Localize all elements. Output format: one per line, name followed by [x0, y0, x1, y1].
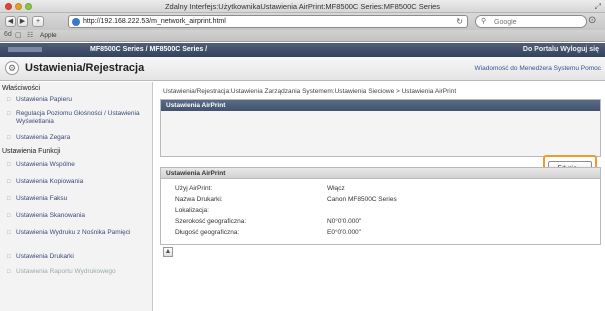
setting-value-longitude: E0°0'0.000"	[327, 229, 361, 236]
settings-gear-icon: ⚙	[5, 61, 19, 75]
sidebar-item-label: Ustawienia Drukarki	[16, 253, 74, 260]
device-name: MF8500C Series / MF8500C Series /	[90, 46, 208, 53]
sidebar-item-memory-print[interactable]: □ Ustawienia Wydruku z Nośnika Pamięci	[7, 229, 147, 237]
search-bar[interactable]: ⚲	[475, 15, 587, 28]
bullet-icon: □	[7, 97, 11, 103]
panel-title: Ustawienia AirPrint	[161, 168, 600, 179]
sidebar-item-printer[interactable]: □ Ustawienia Drukarki	[7, 253, 147, 261]
breadcrumb: Ustawienia/Rejestracja:Ustawienia Zarząd…	[163, 88, 457, 95]
scroll-to-top-button[interactable]: ▲	[163, 247, 173, 257]
sidebar: Właściwości □ Ustawienia Papieru □ Regulac…	[0, 82, 153, 311]
top-sites-icon[interactable]: ▢	[15, 31, 22, 39]
sidebar-item-label: Ustawienia Kopiowania	[16, 178, 84, 185]
reading-list-icon[interactable]: 6d	[4, 31, 12, 38]
reload-icon[interactable]: ↻	[456, 17, 463, 26]
bookmarks-icon[interactable]: ☷	[27, 31, 33, 39]
page-header: ⚙ Ustawienia/Rejestracja Wiadomość do Me…	[0, 57, 605, 81]
bullet-icon: □	[7, 111, 11, 117]
setting-label-longitude: Długość geograficzna:	[175, 229, 240, 236]
sidebar-item-fax[interactable]: □ Ustawienia Faksu	[7, 195, 147, 203]
sidebar-item-label: Ustawienia Faksu	[16, 195, 68, 202]
window-titlebar: Zdalny Interfejs:UżytkownikaUstawienia A…	[0, 0, 605, 13]
back-button[interactable]: ◀	[5, 16, 16, 27]
setting-value-use-airprint: Włącz	[327, 185, 345, 192]
setting-label-printer-name: Nazwa Drukarki:	[175, 196, 223, 203]
bullet-icon: □	[7, 196, 11, 202]
bullet-icon: □	[7, 162, 11, 168]
url-text[interactable]: http://192.168.222.53/m_network_airprint…	[83, 18, 226, 25]
setting-label-use-airprint: Użyj AirPrint:	[175, 185, 213, 192]
address-bar[interactable]: http://192.168.222.53/m_network_airprint…	[68, 15, 468, 28]
add-bookmark-button[interactable]: +	[32, 16, 44, 27]
page-menu-icon[interactable]: ⊙	[588, 15, 600, 28]
bullet-icon: □	[7, 269, 11, 275]
search-icon: ⚲	[481, 18, 487, 25]
forward-button[interactable]: ▶	[17, 16, 28, 27]
setting-label-location: Lokalizacja:	[175, 207, 209, 214]
sidebar-item-common[interactable]: □ Ustawienia Wspólne	[7, 161, 147, 169]
bookmarks-bar: 6d ▢ ☷ Apple	[0, 30, 605, 42]
setting-value-latitude: N0°0'0.000"	[327, 218, 362, 225]
sidebar-item-label: Ustawienia Papieru	[16, 96, 73, 103]
panel-title: Ustawienia AirPrint	[161, 100, 600, 111]
browser-toolbar: ◀ ▶ + http://192.168.222.53/m_network_ai…	[0, 13, 605, 30]
bullet-icon: □	[7, 179, 11, 185]
bullet-icon: □	[7, 213, 11, 219]
fullscreen-icon[interactable]: ⤢	[595, 2, 601, 12]
device-header: MF8500C Series / MF8500C Series / Do Por…	[0, 43, 605, 57]
airprint-edit-panel: Ustawienia AirPrint	[160, 99, 601, 157]
setting-value-printer-name: Canon MF8500C Series	[327, 196, 397, 203]
site-favicon-icon	[72, 18, 80, 26]
bullet-icon: □	[7, 230, 11, 236]
sidebar-item-label: Ustawienia Skanowania	[16, 212, 86, 219]
canon-logo	[8, 47, 42, 52]
sidebar-item-scan[interactable]: □ Ustawienia Skanowania	[7, 212, 147, 220]
page-title: Ustawienia/Rejestracja	[25, 62, 145, 74]
bookmark-apple[interactable]: Apple	[40, 32, 57, 39]
header-links-text[interactable]: Wiadomość do Menedżera Systemu Pomoc	[475, 65, 601, 72]
sidebar-item-label: Regulacja Poziomu Głośności / Ustawienia…	[16, 110, 140, 125]
portal-logout-link[interactable]: Do Portalu Wyloguj się	[523, 46, 599, 53]
sidebar-item-report[interactable]: □ Ustawienia Raportu Wydrukowego	[7, 268, 147, 276]
sidebar-item-label: Ustawienia Zegara	[16, 134, 71, 141]
sidebar-section-functions: Ustawienia Funkcji	[2, 148, 61, 155]
setting-label-latitude: Szerokość geograficzna:	[175, 218, 247, 225]
bullet-icon: □	[7, 135, 11, 141]
sidebar-item-label: Ustawienia Wydruku z Nośnika Pamięci	[16, 229, 131, 236]
bullet-icon: □	[7, 254, 11, 260]
window-title: Zdalny Interfejs:UżytkownikaUstawienia A…	[164, 2, 441, 11]
sidebar-item-copy[interactable]: □ Ustawienia Kopiowania	[7, 178, 147, 186]
search-input[interactable]	[494, 17, 582, 27]
sidebar-item-paper[interactable]: □ Ustawienia Papieru	[7, 96, 147, 104]
sidebar-item-label: Ustawienia Raportu Wydrukowego	[16, 268, 116, 275]
sidebar-item-label: Ustawienia Wspólne	[16, 161, 75, 168]
sidebar-item-clock[interactable]: □ Ustawienia Zegara	[7, 134, 147, 142]
sidebar-item-volume-display[interactable]: □ Regulacja Poziomu Głośności / Ustawieni…	[7, 110, 147, 126]
header-links[interactable]: Wiadomość do Menedżera Systemu Pomoc	[475, 65, 601, 72]
sidebar-section-properties: Właściwości	[2, 85, 41, 92]
